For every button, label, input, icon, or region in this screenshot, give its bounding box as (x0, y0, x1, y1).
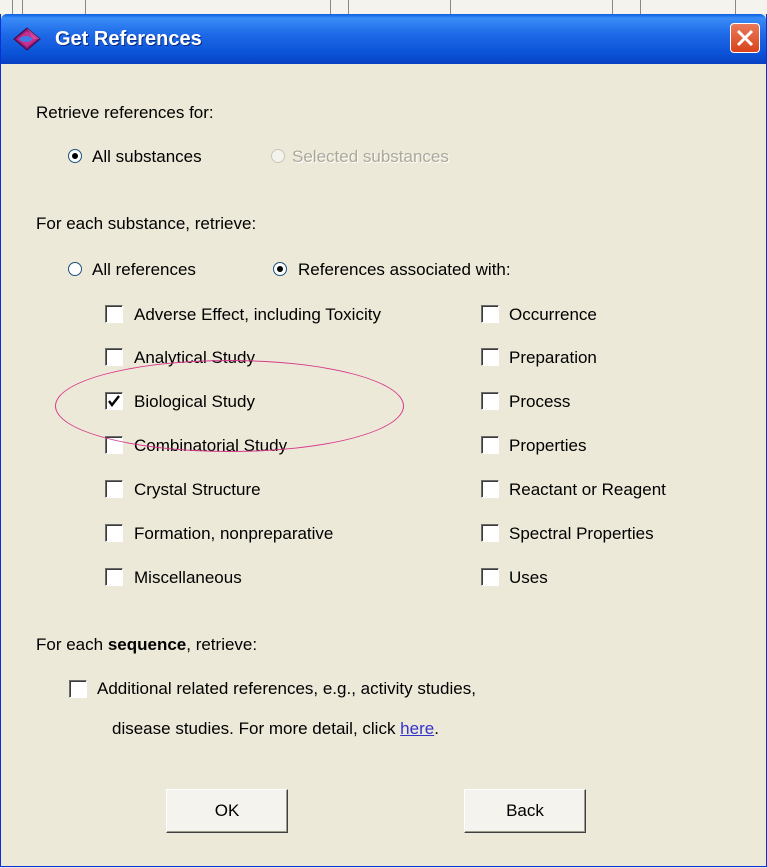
additional-references-line2-end: . (434, 719, 439, 738)
ok-button[interactable]: OK (166, 789, 288, 833)
checkbox-spectral-properties-label[interactable]: Spectral Properties (509, 524, 654, 544)
checkbox-combinatorial-study[interactable] (105, 436, 123, 454)
checkbox-adverse-effect[interactable] (105, 305, 123, 323)
background-window-strip (0, 0, 767, 15)
retrieve-for-label: Retrieve references for: (36, 103, 214, 122)
each-substance-label: For each substance, retrieve: (36, 214, 257, 233)
checkbox-process[interactable] (481, 392, 499, 410)
checkbox-occurrence[interactable] (481, 305, 499, 323)
checkbox-process-label[interactable]: Process (509, 392, 570, 412)
radio-selected-substances-label: Selected substances (292, 147, 449, 166)
close-icon (736, 29, 754, 47)
checkbox-additional-references[interactable] (69, 680, 87, 698)
checkbox-adverse-effect-label[interactable]: Adverse Effect, including Toxicity (134, 305, 381, 325)
checkbox-properties[interactable] (481, 436, 499, 454)
each-sequence-suffix: , retrieve: (186, 635, 258, 654)
checkbox-uses[interactable] (481, 568, 499, 586)
dialog-title: Get References (55, 28, 202, 50)
checkbox-crystal-structure[interactable] (105, 480, 123, 498)
additional-references-line2: disease studies. For more detail, click … (112, 719, 439, 739)
radio-all-references-label[interactable]: All references (92, 260, 196, 280)
checkbox-miscellaneous-label[interactable]: Miscellaneous (134, 568, 242, 588)
checkmark-icon (108, 395, 120, 407)
checkbox-preparation-label[interactable]: Preparation (509, 348, 597, 368)
checkbox-properties-label[interactable]: Properties (509, 436, 586, 456)
close-button[interactable] (730, 23, 760, 53)
checkbox-occurrence-label[interactable]: Occurrence (509, 305, 597, 325)
radio-all-references[interactable] (68, 262, 82, 276)
app-diamond-icon (13, 27, 41, 51)
checkbox-preparation[interactable] (481, 348, 499, 366)
back-button[interactable]: Back (464, 789, 586, 833)
here-link[interactable]: here (400, 719, 434, 738)
checkbox-reactant-or-reagent-label[interactable]: Reactant or Reagent (509, 480, 666, 500)
radio-all-substances-label[interactable]: All substances (92, 147, 202, 167)
checkbox-analytical-study-label[interactable]: Analytical Study (134, 348, 255, 368)
checkbox-formation-nonpreparative-label[interactable]: Formation, nonpreparative (134, 524, 333, 544)
checkbox-reactant-or-reagent[interactable] (481, 480, 499, 498)
radio-selected-substances (271, 149, 285, 163)
additional-references-line1[interactable]: Additional related references, e.g., act… (97, 679, 476, 699)
title-bar[interactable]: Get References (1, 14, 766, 64)
radio-references-associated-label[interactable]: References associated with: (298, 260, 511, 280)
checkbox-miscellaneous[interactable] (105, 568, 123, 586)
get-references-dialog: Get References Retrieve references for: … (0, 14, 767, 867)
checkbox-spectral-properties[interactable] (481, 524, 499, 542)
radio-all-substances[interactable] (68, 149, 82, 163)
each-sequence-label: For each sequence, retrieve: (36, 635, 257, 655)
radio-references-associated[interactable] (273, 262, 287, 276)
additional-references-line2-text: disease studies. For more detail, click (112, 719, 401, 738)
checkbox-analytical-study[interactable] (105, 348, 123, 366)
checkbox-combinatorial-study-label[interactable]: Combinatorial Study (134, 436, 287, 456)
checkbox-crystal-structure-label[interactable]: Crystal Structure (134, 480, 261, 500)
checkbox-biological-study-label[interactable]: Biological Study (134, 392, 255, 412)
checkbox-uses-label[interactable]: Uses (509, 568, 548, 588)
each-sequence-prefix: For each (36, 635, 108, 654)
checkbox-formation-nonpreparative[interactable] (105, 524, 123, 542)
each-sequence-bold: sequence (107, 635, 187, 654)
checkbox-biological-study[interactable] (105, 392, 123, 410)
